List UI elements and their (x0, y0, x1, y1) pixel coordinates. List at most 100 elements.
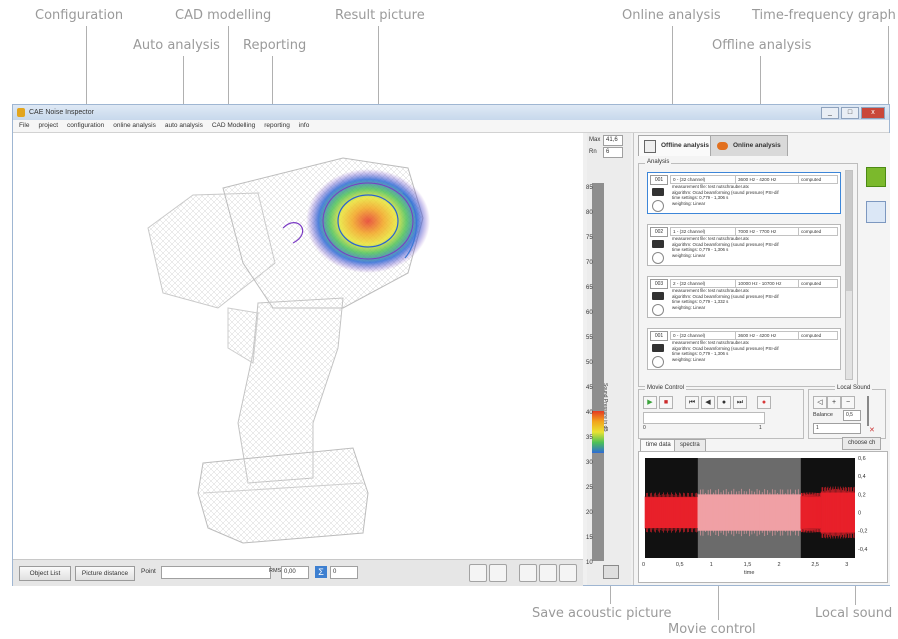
last-frame-icon[interactable]: ⏭ (733, 396, 747, 409)
scale-tick-label: 25 (586, 485, 593, 491)
stop-icon[interactable]: ■ (659, 396, 673, 409)
analysis-select-radio[interactable] (652, 356, 664, 368)
scrollbar-thumb[interactable] (846, 171, 852, 291)
scale-tick-label: 55 (586, 335, 593, 341)
scale-tick-label: 40 (586, 410, 593, 416)
scale-tick-label: 30 (586, 460, 593, 466)
analysis-select-radio[interactable] (652, 304, 664, 316)
tab-time-data[interactable]: time data (640, 439, 677, 451)
report-document-icon[interactable] (866, 201, 886, 223)
menu-online-analysis[interactable]: online analysis (113, 120, 156, 132)
scale-tick-label: 60 (586, 310, 593, 316)
app-logo-icon (17, 108, 25, 117)
zoom-out-icon[interactable]: − (841, 396, 855, 409)
maximize-button[interactable]: □ (841, 107, 859, 119)
tab-offline-analysis[interactable]: Offline analysis (638, 135, 716, 156)
record-icon[interactable]: ● (757, 396, 771, 409)
first-frame-icon[interactable]: ⏮ (685, 396, 699, 409)
analysis-select-radio[interactable] (652, 252, 664, 264)
menu-configuration[interactable]: configuration (67, 120, 104, 132)
rms-field[interactable]: 0,00 (281, 566, 309, 579)
sigma-field[interactable]: 0 (330, 566, 358, 579)
balance-field[interactable]: 0,5 (843, 410, 861, 421)
callout-movie-control: Movie control (668, 622, 756, 637)
viewport-toolbar: Object List Picture distance Point RMS 0… (13, 559, 583, 586)
callout-local-sound: Local sound (815, 606, 893, 621)
save-picture-icon[interactable] (603, 565, 619, 579)
analysis-card-header: 0 - (32 channel) 3600 Hz - 4200 Hz compute… (670, 175, 838, 184)
analysis-select-radio[interactable] (652, 200, 664, 212)
choose-channel-button[interactable]: choose ch (842, 437, 882, 450)
menu-reporting[interactable]: reporting (264, 120, 290, 132)
grid-icon[interactable] (489, 564, 507, 582)
point-label: Point (141, 568, 156, 575)
analysis-group-label: Analysis (645, 159, 672, 165)
analysis-card[interactable]: 001 0 - (32 channel) 3600 Hz - 4200 Hz comp… (647, 328, 841, 370)
menu-info[interactable]: info (299, 120, 309, 132)
sigma-icon[interactable]: Σ (315, 566, 327, 578)
local-sound-slider[interactable]: 1 (813, 423, 861, 434)
export-icon[interactable] (469, 564, 487, 582)
tab-offline-label: Offline analysis (661, 142, 710, 149)
time-frequency-graph-icon[interactable] (866, 167, 886, 187)
offline-analysis-icon (644, 140, 656, 153)
analysis-card-index: 001 (650, 175, 668, 185)
tab-online-analysis[interactable]: Online analysis (710, 135, 788, 156)
scale-tick-label: 35 (586, 435, 593, 441)
close-button[interactable]: x (861, 107, 885, 119)
x-tick-label: 3 (845, 562, 848, 568)
minimize-button[interactable]: _ (821, 107, 839, 119)
max-field[interactable]: 41,6 (603, 135, 623, 146)
callout-auto-analysis: Auto analysis (133, 38, 220, 53)
analysis-card[interactable]: 003 2 - (32 channel) 10000 Hz - 10700 Hz co… (647, 276, 841, 318)
axes-icon[interactable] (559, 564, 577, 582)
rms-label: RMS (269, 568, 282, 574)
point-field[interactable] (161, 566, 271, 579)
analysis-band: 10000 Hz - 10700 Hz (736, 280, 799, 287)
analysis-card-header: 1 - (32 channel) 7000 Hz - 7700 Hz compute… (670, 227, 838, 236)
scale-tick-label: 15 (586, 535, 593, 541)
analysis-card-header: 0 - (32 channel) 3600 Hz - 4200 Hz compute… (670, 331, 838, 340)
balance-label: Balance (813, 412, 833, 418)
movie-slider-min: 0 (643, 425, 646, 431)
zoom-in-icon[interactable]: + (827, 396, 841, 409)
prev-frame-icon[interactable]: ◀ (701, 396, 715, 409)
object-list-button[interactable]: Object List (19, 566, 71, 581)
speaker-icon[interactable]: ◁ (813, 396, 827, 409)
tab-spectra[interactable]: spectra (674, 439, 706, 451)
analysis-scrollbar[interactable] (845, 170, 853, 380)
x-tick-label: 2 (777, 562, 780, 568)
analysis-card[interactable]: 001 0 - (32 channel) 3600 Hz - 4200 Hz comp… (647, 172, 841, 214)
result-picture-viewport[interactable] (13, 133, 583, 559)
color-scale-bar[interactable] (592, 183, 604, 561)
x-tick-label: 0 (642, 562, 645, 568)
movie-slider[interactable] (643, 412, 765, 424)
mute-icon[interactable]: ✕ (869, 426, 875, 434)
menu-cad-modelling[interactable]: CAD Modelling (212, 120, 255, 132)
analysis-detail-line: weighting: Linear (672, 252, 706, 258)
home-icon[interactable] (519, 564, 537, 582)
range-field[interactable]: 6 (603, 147, 623, 158)
x-axis-label: time (744, 570, 754, 576)
picture-distance-button[interactable]: Picture distance (75, 566, 135, 581)
menu-project[interactable]: project (38, 120, 58, 132)
next-frame-icon[interactable]: ● (717, 396, 731, 409)
scale-tick-label: 45 (586, 385, 593, 391)
callout-online-analysis: Online analysis (622, 8, 721, 23)
camera-icon (652, 344, 664, 352)
analysis-detail-line: weighting: Linear (672, 200, 706, 206)
menu-auto-analysis[interactable]: auto analysis (165, 120, 203, 132)
movie-slider-max: 1 (759, 425, 762, 431)
movie-control-group: Movie Control ▶ ■ ⏮ ◀ ● ⏭ ● 0 1 (638, 385, 804, 439)
view-icon[interactable] (539, 564, 557, 582)
volume-slider-icon[interactable] (867, 396, 877, 426)
online-analysis-icon (717, 142, 728, 150)
analysis-card-details: measurement file: test nutschrauber.atx a… (672, 288, 779, 310)
time-data-chart: 0,6 0,4 0,2 0 -0,2 -0,4 0 0,5 1 1,5 2 2,5 3 time (642, 456, 867, 576)
menu-file[interactable]: File (19, 120, 29, 132)
callout-result-picture: Result picture (335, 8, 425, 23)
play-icon[interactable]: ▶ (643, 396, 657, 409)
analysis-card[interactable]: 002 1 - (32 channel) 7000 Hz - 7700 Hz comp… (647, 224, 841, 266)
analysis-band: 3600 Hz - 4200 Hz (736, 332, 799, 339)
y-tick-label: 0 (858, 511, 861, 517)
